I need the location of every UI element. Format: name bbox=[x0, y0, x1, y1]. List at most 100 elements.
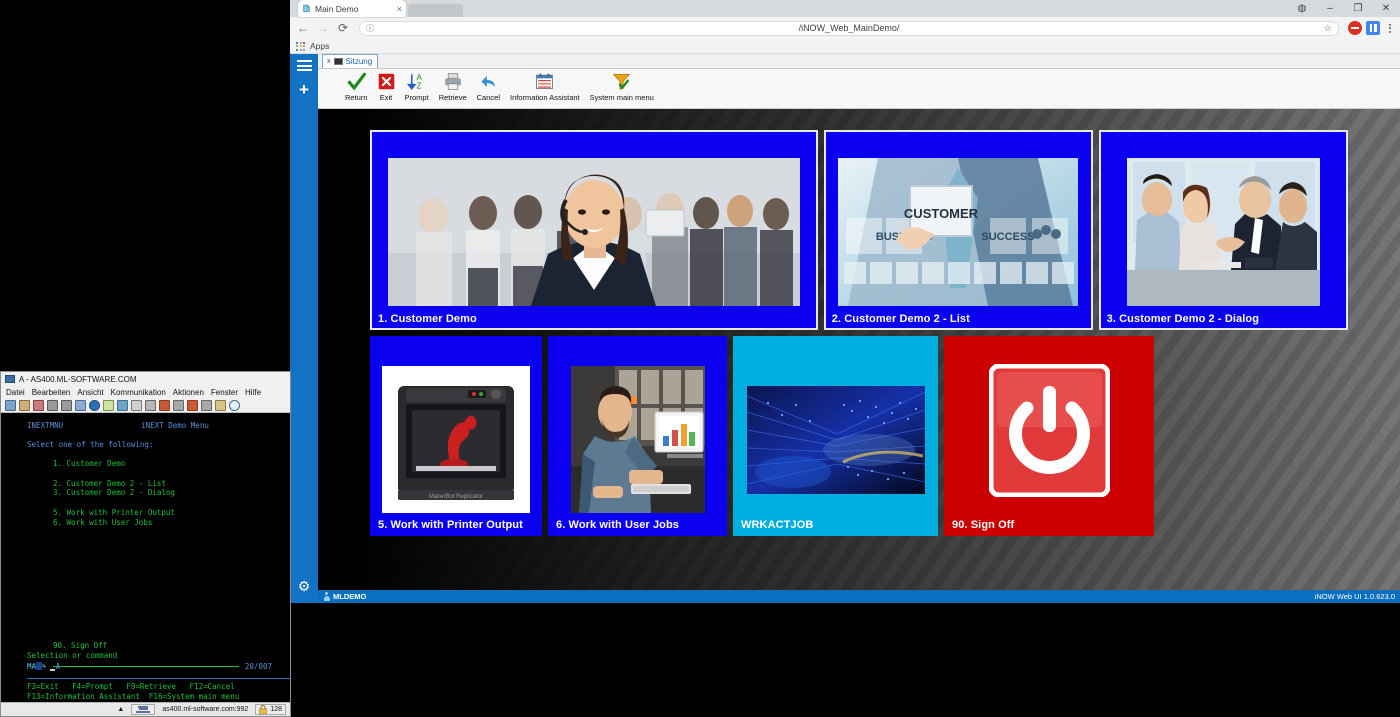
screen-id: INEXTMNU bbox=[27, 421, 64, 430]
maximize-button[interactable]: ❐ bbox=[1344, 0, 1372, 17]
adblock-extension-icon[interactable] bbox=[1348, 21, 1362, 35]
extension-icon[interactable] bbox=[1366, 21, 1380, 35]
tile-label: 90. Sign Off bbox=[952, 519, 1015, 531]
copy-icon[interactable] bbox=[5, 400, 16, 411]
tile-sign-off[interactable]: 90. Sign Off bbox=[944, 336, 1154, 536]
terminal-icon bbox=[333, 58, 343, 65]
printer-setup-icon[interactable] bbox=[187, 400, 198, 411]
operator-information-area: MA + A bbox=[27, 662, 60, 672]
app-sidebar: + ⚙ bbox=[290, 54, 318, 603]
apps-grid-icon[interactable] bbox=[296, 41, 305, 51]
keypad-icon[interactable] bbox=[117, 400, 128, 411]
screen-root: Main Demo × ◍ – ❐ ✕ ← → ⟳ ⓘ /iNOW_Web_Ma… bbox=[0, 0, 1400, 717]
tile-image-3d-printer: MakerBot Replicator bbox=[382, 366, 530, 513]
close-icon[interactable]: × bbox=[397, 4, 402, 14]
toolbar-button-exit[interactable]: Exit bbox=[373, 71, 400, 102]
toolbar-button-system-main-menu[interactable]: System main menu bbox=[585, 71, 659, 102]
back-icon[interactable]: ← bbox=[294, 19, 312, 37]
reload-icon[interactable]: ⟳ bbox=[334, 19, 352, 37]
toolbar-button-return[interactable]: Return bbox=[340, 71, 373, 102]
tile-label: 3. Customer Demo 2 - Dialog bbox=[1106, 313, 1260, 325]
status-version: iNOW Web UI 1.0.623.0 bbox=[1314, 592, 1395, 601]
separator-line-top bbox=[27, 678, 290, 679]
screen-selection-label: Selection or command bbox=[27, 651, 118, 660]
printer-red-icon[interactable] bbox=[159, 400, 170, 411]
printer-gray-icon[interactable] bbox=[173, 400, 184, 411]
session-tab-sitzung[interactable]: x Sitzung bbox=[322, 54, 379, 68]
connection-indicator bbox=[131, 704, 156, 715]
browser-tab-title: Main Demo bbox=[315, 3, 359, 14]
tile-customer-demo-2-list[interactable]: BUSINESS SUCCESS CUSTOMER bbox=[823, 130, 1093, 330]
status-arrow-icon[interactable]: ▲ bbox=[114, 706, 127, 713]
screen-option-90: 90. Sign Off bbox=[53, 641, 108, 650]
profile-icon[interactable]: ◍ bbox=[1288, 0, 1316, 17]
menu-aktionen[interactable]: Aktionen bbox=[173, 388, 204, 397]
toolbar-label: Information Assistant bbox=[510, 93, 580, 102]
send-icon[interactable] bbox=[47, 400, 58, 411]
page-icon bbox=[303, 4, 310, 13]
menu-datei[interactable]: Datei bbox=[6, 388, 25, 397]
terminal-title-label: A - AS400.ML-SOFTWARE.COM bbox=[19, 374, 137, 384]
minimize-button[interactable]: – bbox=[1316, 0, 1344, 17]
screen-option-1: 1. Customer Demo bbox=[53, 459, 126, 469]
menu-hilfe[interactable]: Hilfe bbox=[245, 388, 261, 397]
printer-alt-icon[interactable] bbox=[201, 400, 212, 411]
tile-label: 5. Work with Printer Output bbox=[378, 519, 523, 531]
menu-kommunikation[interactable]: Kommunikation bbox=[111, 388, 166, 397]
tile-row-2: MakerBot Replicator 5. Work with Printer… bbox=[370, 336, 1348, 536]
tile-image-call-center-woman bbox=[387, 158, 800, 306]
close-icon[interactable]: x bbox=[327, 58, 331, 65]
macro-icon[interactable] bbox=[145, 400, 156, 411]
forward-icon[interactable]: → bbox=[314, 19, 332, 37]
bookmark-star-icon[interactable]: ☆ bbox=[1324, 23, 1332, 34]
browser-tab-main-demo[interactable]: Main Demo × bbox=[298, 0, 406, 17]
add-session-icon[interactable]: + bbox=[299, 81, 309, 98]
toolbar-label: Prompt bbox=[404, 93, 429, 102]
toolbar-label: Return bbox=[345, 93, 368, 102]
tile-grid: 1. Customer Demo SUCCESS CUSTOMER 2. Cus… bbox=[370, 130, 1348, 542]
tile-row-1: 1. Customer Demo SUCCESS CUSTOMER 2. Cus… bbox=[370, 130, 1348, 330]
hamburger-icon[interactable] bbox=[296, 60, 312, 71]
new-tab-placeholder[interactable] bbox=[408, 4, 463, 17]
menu-fenster[interactable]: Fenster bbox=[211, 388, 238, 397]
screen-option-6: 6. Work with User Jobs bbox=[53, 517, 153, 527]
bookmark-apps-label[interactable]: Apps bbox=[310, 41, 329, 51]
toolbar-button-prompt[interactable]: A Z Prompt bbox=[400, 71, 434, 102]
terminal-host-label: as400.ml-software.com:992 bbox=[162, 706, 249, 713]
cut-icon[interactable] bbox=[33, 400, 44, 411]
tile-image-business-handshake bbox=[1126, 158, 1320, 306]
oia-left: MA bbox=[27, 662, 37, 672]
screen-option-5: 5. Work with Printer Output bbox=[53, 507, 175, 517]
toolbar-button-information-assistant[interactable]: Information Assistant bbox=[505, 71, 585, 102]
note-icon[interactable] bbox=[75, 400, 86, 411]
tile-customer-demo[interactable]: 1. Customer Demo bbox=[370, 130, 818, 330]
session-tab-label: Sitzung bbox=[345, 57, 373, 66]
gear-icon[interactable]: ⚙ bbox=[298, 578, 311, 595]
address-bar[interactable]: ⓘ /iNOW_Web_MainDemo/ ☆ bbox=[359, 20, 1339, 36]
toolbar-button-cancel[interactable]: Cancel bbox=[472, 71, 505, 102]
tile-wrkactjob[interactable]: WRKACTJOB bbox=[733, 336, 938, 536]
globe-icon[interactable] bbox=[89, 400, 100, 411]
close-window-button[interactable]: ✕ bbox=[1372, 0, 1400, 17]
toolbar-button-retrieve[interactable]: Retrieve bbox=[434, 71, 472, 102]
help-icon[interactable] bbox=[229, 400, 240, 411]
index-icon[interactable] bbox=[215, 400, 226, 411]
user-icon bbox=[323, 592, 330, 601]
tile-work-with-printer-output[interactable]: MakerBot Replicator 5. Work with Printer… bbox=[370, 336, 542, 536]
command-input-underline[interactable] bbox=[53, 666, 239, 667]
document-icon[interactable] bbox=[103, 400, 114, 411]
chrome-menu-icon[interactable] bbox=[1384, 23, 1396, 33]
grid-icon[interactable] bbox=[131, 400, 142, 411]
calendar-icon bbox=[535, 71, 554, 92]
app-function-toolbar: Return Exit A Z Prompt Retrieve Cancel I… bbox=[318, 69, 1400, 109]
paste-icon[interactable] bbox=[19, 400, 30, 411]
tile-customer-demo-2-dialog[interactable]: 3. Customer Demo 2 - Dialog bbox=[1098, 130, 1348, 330]
oia-right: A bbox=[55, 662, 61, 672]
menu-bearbeiten[interactable]: Bearbeiten bbox=[32, 388, 71, 397]
canvas-left-edge bbox=[318, 109, 352, 590]
terminal-screen[interactable]: INEXTMNU iNEXT Demo Menu Select one of th… bbox=[1, 413, 290, 702]
receive-icon[interactable] bbox=[61, 400, 72, 411]
tile-work-with-user-jobs[interactable]: 6. Work with User Jobs bbox=[548, 336, 727, 536]
site-info-icon[interactable]: ⓘ bbox=[366, 23, 378, 34]
menu-ansicht[interactable]: Ansicht bbox=[77, 388, 103, 397]
